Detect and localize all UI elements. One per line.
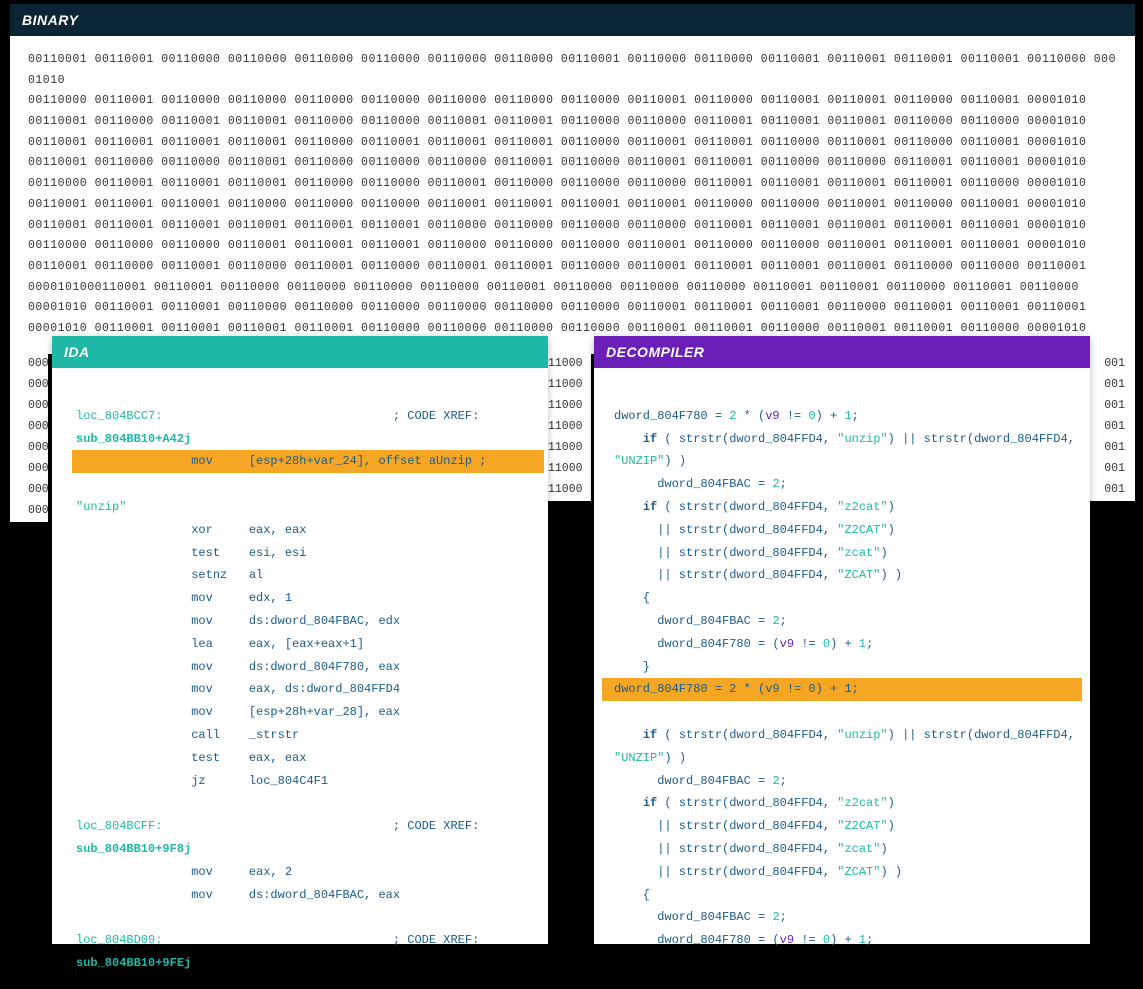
decompiler-line[interactable]: "UNZIP") ) xyxy=(614,751,686,765)
ida-panel: IDA loc_804BCC7: ; CODE XREF: sub_804BB1… xyxy=(52,336,548,944)
binary-fragment: 001 xyxy=(1090,375,1125,396)
binary-fragment: 11000 xyxy=(548,375,591,396)
binary-fragment: 11000 xyxy=(548,396,591,417)
ida-line[interactable]: xor eax, eax xyxy=(76,523,306,537)
binary-fragment: 000 xyxy=(28,459,48,480)
decompiler-line[interactable]: dword_804F780 = (v9 != 0) + 1; xyxy=(614,933,873,947)
binary-fragment: 000 xyxy=(28,480,48,501)
ida-line[interactable]: sub_804BB10+9FEj xyxy=(76,956,191,970)
ida-line[interactable]: jz loc_804C4F1 xyxy=(76,774,328,788)
binary-fragment: 001 xyxy=(1090,459,1125,480)
binary-fragment: 001 xyxy=(1090,417,1125,438)
ida-line[interactable]: loc_804BCFF: ; CODE XREF: xyxy=(76,819,479,833)
decompiler-line[interactable]: } xyxy=(614,660,650,674)
binary-mid-fragment: 11000110001100011000110001100011000 xyxy=(547,354,591,501)
decompiler-line[interactable]: || strstr(dword_804FFD4, "zcat") xyxy=(614,546,888,560)
ida-line[interactable]: call _strstr xyxy=(76,728,299,742)
ida-line[interactable]: mov ds:dword_804FBAC, eax xyxy=(76,888,400,902)
binary-fragment: 001 xyxy=(1090,480,1125,501)
binary-fragment: 000 xyxy=(28,375,48,396)
decompiler-line[interactable]: dword_804F780 = 2 * (v9 != 0) + 1; xyxy=(614,409,859,423)
binary-fragment: 11000 xyxy=(548,354,591,375)
binary-fragment: 11000 xyxy=(548,438,591,459)
binary-fragment: 001 xyxy=(1090,354,1125,375)
decompiler-panel: DECOMPILER dword_804F780 = 2 * (v9 != 0)… xyxy=(594,336,1090,944)
decompiler-line[interactable]: if ( strstr(dword_804FFD4, "unzip") || s… xyxy=(614,728,1075,742)
ida-line[interactable]: "unzip" xyxy=(76,500,126,514)
decompiler-line[interactable]: if ( strstr(dword_804FFD4, "z2cat") xyxy=(614,796,895,810)
ida-line[interactable]: loc_804BCC7: ; CODE XREF: xyxy=(76,409,479,423)
ida-line[interactable]: loc_804BD09: ; CODE XREF: xyxy=(76,933,479,947)
decompiler-line[interactable]: || strstr(dword_804FFD4, "ZCAT") ) xyxy=(614,568,902,582)
ida-disassembly[interactable]: loc_804BCC7: ; CODE XREF: sub_804BB10+A4… xyxy=(52,368,548,989)
decompiler-code[interactable]: dword_804F780 = 2 * (v9 != 0) + 1; if ( … xyxy=(594,368,1090,966)
ida-line[interactable]: sub_804BB10+9F8j xyxy=(76,842,191,856)
ida-line[interactable]: mov ds:dword_804F780, eax xyxy=(76,660,400,674)
ida-line[interactable]: mov eax, 2 xyxy=(76,865,292,879)
decompiler-line[interactable]: || strstr(dword_804FFD4, "zcat") xyxy=(614,842,888,856)
ida-line[interactable]: test esi, esi xyxy=(76,546,306,560)
decompiler-line[interactable]: || strstr(dword_804FFD4, "Z2CAT") xyxy=(614,523,895,537)
decompiler-line[interactable]: dword_804F780 = 2 * (v9 != 0) + 1; xyxy=(602,678,1082,701)
binary-fragment: 000 xyxy=(28,417,48,438)
ida-line[interactable]: mov [esp+28h+var_28], eax xyxy=(76,705,400,719)
binary-right-fragment: 001001001001001001001 xyxy=(1090,354,1135,501)
binary-left-fragment: 000000000000000000000000 xyxy=(10,354,48,522)
ida-line[interactable]: lea eax, [eax+eax+1] xyxy=(76,637,364,651)
decompiler-line[interactable]: dword_804FBAC = 2; xyxy=(614,774,787,788)
decompiler-line[interactable]: { xyxy=(614,888,650,902)
decompiler-panel-title: DECOMPILER xyxy=(594,336,1090,368)
decompiler-line[interactable]: "UNZIP") ) xyxy=(614,454,686,468)
ida-line[interactable]: sub_804BB10+A42j xyxy=(76,432,191,446)
binary-fragment: 000 xyxy=(28,438,48,459)
decompiler-line[interactable]: if ( strstr(dword_804FFD4, "z2cat") xyxy=(614,500,895,514)
binary-fragment: 000 xyxy=(28,354,48,375)
decompiler-line[interactable]: dword_804FBAC = 2; xyxy=(614,477,787,491)
binary-fragment: 11000 xyxy=(548,417,591,438)
decompiler-line[interactable]: dword_804FBAC = 2; xyxy=(614,614,787,628)
ida-line[interactable]: mov [esp+28h+var_24], offset aUnzip ; xyxy=(72,450,544,473)
ida-line[interactable]: test eax, eax xyxy=(76,751,306,765)
decompiler-line[interactable]: || strstr(dword_804FFD4, "ZCAT") ) xyxy=(614,865,902,879)
decompiler-line[interactable]: if ( strstr(dword_804FFD4, "unzip") || s… xyxy=(614,432,1075,446)
binary-fragment: 000 xyxy=(28,396,48,417)
binary-fragment: 001 xyxy=(1090,438,1125,459)
ida-line[interactable]: mov ds:dword_804FBAC, edx xyxy=(76,614,400,628)
ida-line[interactable]: setnz al xyxy=(76,568,263,582)
decompiler-line[interactable]: dword_804F780 = (v9 != 0) + 1; xyxy=(614,637,873,651)
binary-hexdump: 00110001 00110001 00110000 00110000 0011… xyxy=(10,36,1135,354)
binary-fragment: 11000 xyxy=(548,459,591,480)
binary-panel-title: BINARY xyxy=(10,4,1135,36)
binary-panel: BINARY 00110001 00110001 00110000 001100… xyxy=(10,4,1135,354)
ida-line[interactable]: mov edx, 1 xyxy=(76,591,292,605)
decompiler-line[interactable]: { xyxy=(614,591,650,605)
ida-line[interactable]: mov eax, ds:dword_804FFD4 xyxy=(76,682,400,696)
binary-fragment: 11000 xyxy=(548,480,591,501)
ida-panel-title: IDA xyxy=(52,336,548,368)
decompiler-line[interactable]: || strstr(dword_804FFD4, "Z2CAT") xyxy=(614,819,895,833)
binary-fragment: 001 xyxy=(1090,396,1125,417)
decompiler-line[interactable]: dword_804FBAC = 2; xyxy=(614,910,787,924)
binary-fragment: 000 xyxy=(28,501,48,522)
